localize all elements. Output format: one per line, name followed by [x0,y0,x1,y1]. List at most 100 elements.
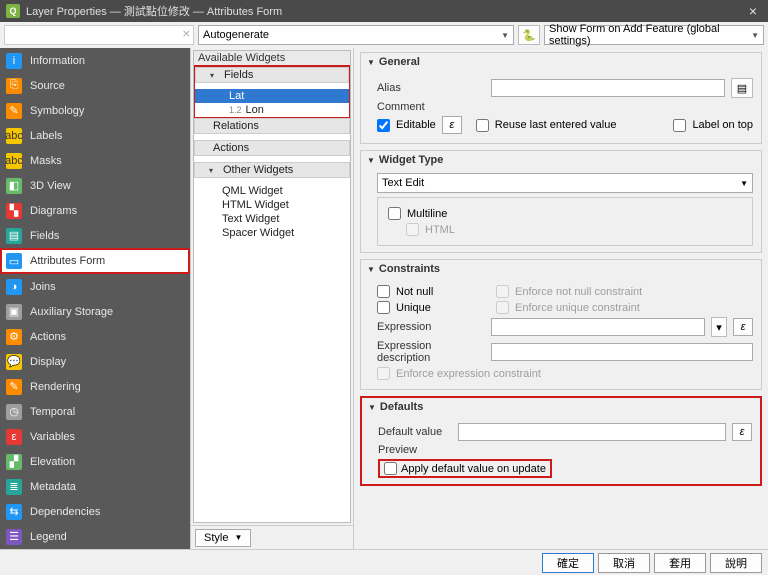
masks-icon: abc [6,153,22,169]
reuse-check[interactable] [476,119,489,132]
cancel-button[interactable]: 取消 [598,553,650,573]
rendering-icon: ✎ [6,379,22,395]
labelontop-check[interactable] [673,119,686,132]
expr-desc-label: Expression description [377,340,485,364]
enforce-u-label: Enforce unique constraint [515,302,640,314]
metadata-icon: ≣ [6,479,22,495]
sidebar-item-auxiliary-storage[interactable]: ▣Auxiliary Storage [0,299,190,324]
sidebar-item-label: Temporal [30,406,75,418]
information-icon: i [6,53,22,69]
tree-qml[interactable]: QML Widget [194,184,350,198]
close-icon[interactable]: × [744,2,762,20]
sidebar-item-legend[interactable]: ☰ Legend [0,524,190,549]
sidebar-item-label: Dependencies [30,506,100,518]
default-eps-icon[interactable]: ε [732,423,752,441]
symbology-icon: ✎ [6,103,22,119]
tree-group-relations[interactable]: Relations [194,118,350,134]
tree-group-fields[interactable]: ▾Fields [195,67,349,83]
sidebar-item-elevation[interactable]: ▞Elevation [0,449,190,474]
tree-group-actions[interactable]: Actions [194,140,350,156]
sidebar-item-label: Fields [30,230,59,242]
widget-type-combo[interactable]: Text Edit▼ [377,173,753,193]
alias-input[interactable] [491,79,725,97]
sidebar-item-labels[interactable]: abcLabels [0,123,190,148]
topbar: ⨯ Autogenerate ▼ 🐍 Show Form on Add Feat… [0,22,768,48]
app-icon: Q [6,4,20,18]
tree-html[interactable]: HTML Widget [194,198,350,212]
editable-label: Editable [396,119,436,131]
widgets-panel: Available Widgets ▾Fields Lat 1.2Lon Rel… [190,48,354,549]
sidebar-item-attributes-form[interactable]: ▭Attributes Form [0,248,190,274]
actions-icon: ⚙ [6,329,22,345]
expr-dd-icon[interactable]: ▾ [711,317,727,337]
dialog-footer: 確定 取消 套用 說明 [0,549,768,575]
tree-field-lat[interactable]: Lat [195,89,349,103]
sidebar-item-3d-view[interactable]: ◧3D View [0,173,190,198]
sidebar-item-dependencies[interactable]: ⇆Dependencies [0,499,190,524]
general-title: General [379,56,420,68]
multiline-check[interactable] [388,207,401,220]
tree-spacer[interactable]: Spacer Widget [194,226,350,240]
search-input[interactable] [4,25,194,45]
sidebar-item-label: 3D View [30,180,71,192]
sidebar-item-information[interactable]: iInformation [0,48,190,73]
tree-text[interactable]: Text Widget [194,212,350,226]
sidebar-item-diagrams[interactable]: ▚Diagrams [0,198,190,223]
search-clear-icon[interactable]: ⨯ [182,27,191,40]
python-icon[interactable]: 🐍 [518,25,540,45]
sidebar-item-label: Legend [30,531,67,543]
sidebar-item-label: Rendering [30,381,81,393]
widget-title: Widget Type [379,154,443,166]
layout-mode-combo[interactable]: Autogenerate ▼ [198,25,514,45]
expr-input[interactable] [491,318,705,336]
sidebar-item-rendering[interactable]: ✎ Rendering [0,374,190,399]
layout-mode-value: Autogenerate [203,29,269,41]
sidebar-item-label: Actions [30,331,66,343]
unique-check[interactable] [377,301,390,314]
legend-icon: ☰ [6,529,22,545]
sidebar-item-masks[interactable]: abcMasks [0,148,190,173]
joins-icon: ◑ [6,279,22,295]
default-value-input[interactable] [458,423,726,441]
sidebar-item-metadata[interactable]: ≣ Metadata [0,474,190,499]
auxiliary-storage-icon: ▣ [6,304,22,320]
sidebar-item-label: Elevation [30,456,75,468]
tree-group-other[interactable]: ▾Other Widgets [194,162,350,178]
expr-desc-input[interactable] [491,343,753,361]
html-label: HTML [425,224,455,236]
attributes-form-icon: ▭ [6,253,22,269]
chevron-down-icon: ▼ [501,31,509,40]
notnull-check[interactable] [377,285,390,298]
apply-button[interactable]: 套用 [654,553,706,573]
constraints-title: Constraints [379,263,440,275]
sidebar-item-temporal[interactable]: ◷Temporal [0,399,190,424]
sidebar-item-label: Variables [30,431,75,443]
apply-default-check[interactable] [384,462,397,475]
editable-eps-icon[interactable]: ε [442,116,462,134]
fields-icon: ▤ [6,228,22,244]
sidebar-item-display[interactable]: 💬Display [0,349,190,374]
sidebar-item-variables[interactable]: εVariables [0,424,190,449]
expr-eps-icon[interactable]: ε [733,318,753,336]
unique-label: Unique [396,302,490,314]
group-widget-type: ▼Widget Type Text Edit▼ Multiline HTML [360,150,762,253]
editable-check[interactable] [377,119,390,132]
group-constraints: ▼Constraints Not nullEnforce not null co… [360,259,762,390]
sidebar-item-symbology[interactable]: ✎Symbology [0,98,190,123]
tree-field-lon[interactable]: 1.2Lon [195,103,349,117]
ok-button[interactable]: 確定 [542,553,594,573]
sidebar-item-label: Diagrams [30,205,77,217]
sidebar-item-actions[interactable]: ⚙ Actions [0,324,190,349]
sidebar-item-label: Metadata [30,481,76,493]
alias-action-icon[interactable]: ▤ [731,78,753,98]
default-value-label: Default value [378,426,452,438]
help-button[interactable]: 說明 [710,553,762,573]
enforce-u-check [496,301,509,314]
style-button[interactable]: Style▼ [195,529,251,547]
sidebar-item-source[interactable]: ⎘Source [0,73,190,98]
sidebar-item-joins[interactable]: ◑Joins [0,274,190,299]
apply-default-highlight: Apply default value on update [378,459,552,478]
showform-combo[interactable]: Show Form on Add Feature (global setting… [544,25,764,45]
alias-label: Alias [377,82,485,94]
sidebar-item-fields[interactable]: ▤ Fields [0,223,190,248]
